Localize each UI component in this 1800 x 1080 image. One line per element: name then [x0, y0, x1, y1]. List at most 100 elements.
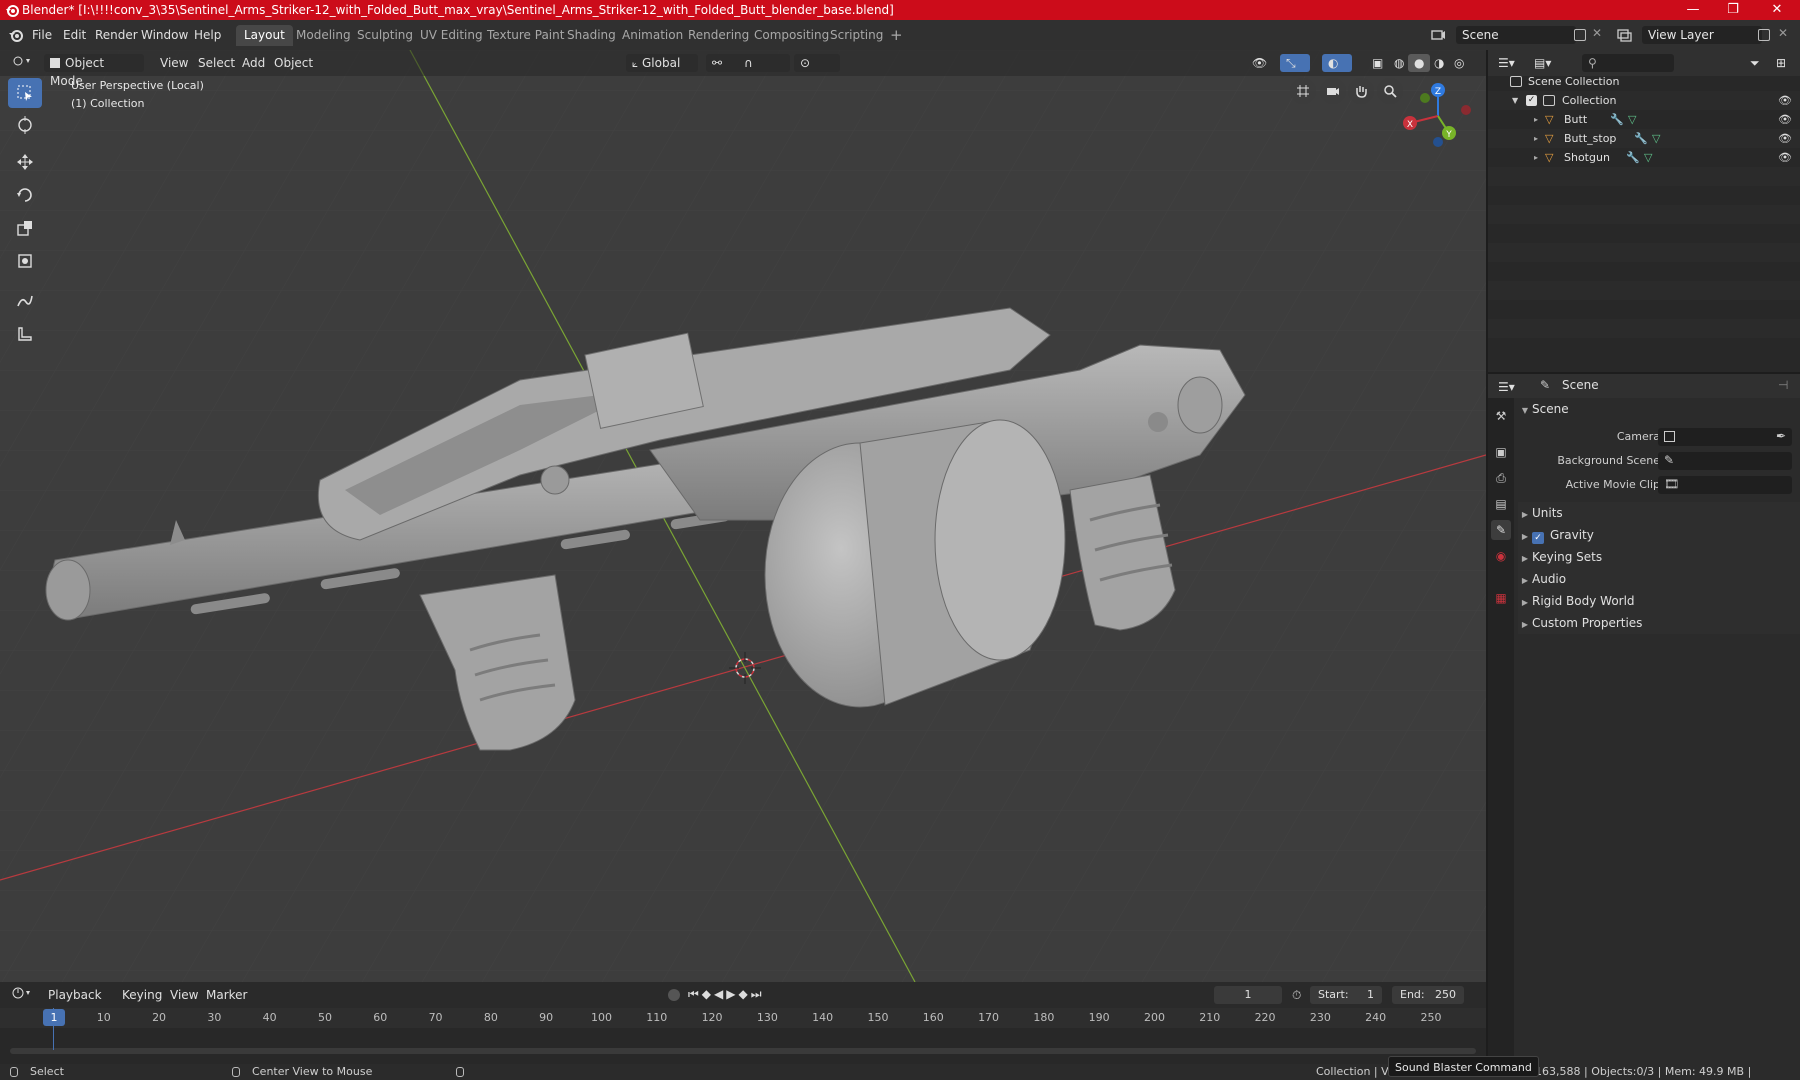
end-frame-field[interactable]: End: 250	[1392, 986, 1464, 1004]
gravity-panel-header[interactable]: ▶ ✓ Gravity	[1518, 524, 1800, 546]
mesh-data-icon[interactable]: ▽	[1628, 110, 1636, 129]
object-visibility-eye-icon[interactable]: 👁	[1778, 110, 1792, 129]
zoom-view-button[interactable]	[1377, 78, 1403, 104]
pan-view-button[interactable]	[1348, 78, 1374, 104]
outliner-row-scene-collection[interactable]: Scene Collection	[1488, 72, 1800, 91]
mesh-data-icon[interactable]: ▽	[1644, 148, 1652, 167]
tab-layout[interactable]: Layout	[236, 25, 293, 46]
timeline-editor-type-button[interactable]	[6, 986, 40, 1004]
new-scene-icon[interactable]	[1574, 29, 1586, 41]
outliner-row-object[interactable]: ▸ ▽ Shotgun 🔧 ▽ 👁	[1488, 148, 1800, 167]
tab-world-properties[interactable]: ◉	[1491, 546, 1511, 566]
new-view-layer-icon[interactable]	[1758, 29, 1770, 41]
tab-view-layer-properties[interactable]: ▤	[1491, 494, 1511, 514]
xray-toggle[interactable]: ▣	[1366, 54, 1389, 72]
expand-collection-icon[interactable]: ▼	[1512, 91, 1518, 110]
tool-cursor[interactable]	[8, 110, 42, 140]
snap-toggle[interactable]: ∩	[738, 54, 790, 72]
scene-panel-header[interactable]: ▼ Scene	[1518, 398, 1800, 420]
units-panel-header[interactable]: ▶ Units	[1518, 502, 1800, 524]
menu-render[interactable]: Render	[95, 26, 138, 44]
modifier-wrench-icon[interactable]: 🔧	[1610, 110, 1624, 129]
playback-controls[interactable]: ⏮◆◀▶◆⏭	[688, 987, 765, 1002]
viewport-menu-add[interactable]: Add	[236, 54, 271, 72]
tool-select-box[interactable]	[8, 78, 42, 108]
transform-orientation-selector[interactable]: ⟀ Global	[626, 54, 698, 72]
tab-tool-properties[interactable]: ⚒	[1491, 406, 1511, 426]
editor-type-button[interactable]	[6, 54, 40, 72]
active-movie-clip-field[interactable]: 🎞	[1658, 476, 1792, 494]
tab-scene-properties[interactable]: ✎	[1491, 520, 1511, 540]
outliner-search-input[interactable]: ⚲	[1582, 54, 1674, 72]
object-visibility-eye-icon[interactable]: 👁	[1778, 148, 1792, 167]
visibility-toggle[interactable]: 👁	[1246, 54, 1273, 72]
outliner-row-collection[interactable]: ▼ ✓ Collection 👁	[1488, 91, 1800, 110]
tool-rotate[interactable]	[8, 180, 42, 210]
mode-selector[interactable]: Object Mode	[44, 54, 144, 88]
viewport-menu-object[interactable]: Object	[268, 54, 319, 72]
gizmo-neg-z-icon[interactable]	[1433, 137, 1443, 147]
menu-help[interactable]: Help	[194, 26, 221, 44]
close-button[interactable]: ✕	[1754, 0, 1800, 20]
timeline-menu-marker[interactable]: Marker	[200, 986, 253, 1004]
tab-scripting[interactable]: Scripting	[822, 25, 891, 46]
timeline-track-area[interactable]	[0, 1028, 1486, 1064]
eyedropper-icon[interactable]: ✒	[1776, 429, 1786, 443]
tab-output-properties[interactable]: ⎙	[1491, 468, 1511, 488]
modifier-wrench-icon[interactable]: 🔧	[1634, 129, 1648, 148]
filter-button[interactable]: ⏷	[1744, 54, 1766, 72]
audio-panel-header[interactable]: ▶ Audio	[1518, 568, 1800, 590]
outliner-row-object[interactable]: ▸ ▽ Butt_stop 🔧 ▽ 👁	[1488, 129, 1800, 148]
playhead-marker[interactable]: 1	[43, 1009, 65, 1026]
properties-editor-type[interactable]: ☰▾	[1492, 378, 1521, 396]
tab-sculpting[interactable]: Sculpting	[349, 25, 421, 46]
keying-sets-panel-header[interactable]: ▶ Keying Sets	[1518, 546, 1800, 568]
timeline-menu-keying[interactable]: Keying	[116, 986, 168, 1004]
tool-transform[interactable]	[8, 246, 42, 276]
menu-window[interactable]: Window	[141, 26, 188, 44]
expand-object-icon[interactable]: ▸	[1534, 129, 1538, 148]
scene-name-field[interactable]: Scene	[1456, 26, 1576, 44]
start-frame-field[interactable]: Start: 1	[1310, 986, 1382, 1004]
record-icon[interactable]	[668, 989, 680, 1001]
delete-view-layer-icon[interactable]: ✕	[1778, 26, 1788, 40]
timeline-menu-playback[interactable]: Playback	[42, 986, 108, 1004]
scene-icon[interactable]	[1430, 28, 1446, 42]
viewport-menu-select[interactable]: Select	[192, 54, 241, 72]
add-workspace-button[interactable]: +	[882, 25, 911, 46]
new-collection-button[interactable]: ⊞	[1770, 54, 1792, 72]
outliner-row-object[interactable]: ▸ ▽ Butt 🔧 ▽ 👁	[1488, 110, 1800, 129]
proportional-edit-toggle[interactable]: ⊙	[794, 54, 840, 72]
gizmo-neg-x-icon[interactable]	[1461, 105, 1471, 115]
current-frame-field[interactable]: 1	[1214, 986, 1282, 1004]
tool-move[interactable]	[8, 147, 42, 177]
timeline-ruler[interactable]: 1102030405060708090100110120130140150160…	[0, 1008, 1486, 1028]
tool-scale[interactable]	[8, 213, 42, 243]
collection-visibility-eye-icon[interactable]: 👁	[1778, 91, 1792, 110]
view-layer-icon[interactable]	[1617, 28, 1633, 42]
3d-viewport[interactable]: Z X Y User Perspective (Local) (1) Colle…	[0, 50, 1486, 982]
viewport-menu-view[interactable]: View	[154, 54, 194, 72]
view-layer-field[interactable]: View Layer	[1642, 26, 1762, 44]
expand-object-icon[interactable]: ▸	[1534, 110, 1538, 129]
delete-scene-icon[interactable]: ✕	[1592, 26, 1602, 40]
camera-field[interactable]: ✒	[1658, 428, 1792, 446]
tool-annotate[interactable]	[8, 286, 42, 316]
tab-render-properties[interactable]: ▣	[1491, 442, 1511, 462]
mesh-data-icon[interactable]: ▽	[1652, 129, 1660, 148]
overlay-toggle[interactable]: ◐	[1322, 54, 1352, 72]
modifier-wrench-icon[interactable]: 🔧	[1626, 148, 1640, 167]
blender-menu-icon[interactable]	[8, 28, 24, 42]
toggle-ortho-button[interactable]	[1290, 78, 1316, 104]
pin-icon[interactable]: ⊣	[1778, 378, 1788, 392]
timeline-scrollbar[interactable]	[10, 1048, 1476, 1054]
shading-rendered[interactable]: ◎	[1448, 54, 1470, 72]
timer-icon[interactable]: ⏱	[1292, 988, 1301, 1003]
outliner-editor-type[interactable]: ☰▾	[1492, 54, 1521, 72]
tab-texture-properties[interactable]: ▦	[1491, 588, 1511, 608]
timeline-menu-view[interactable]: View	[164, 986, 204, 1004]
expand-object-icon[interactable]: ▸	[1534, 148, 1538, 167]
custom-properties-panel-header[interactable]: ▶ Custom Properties	[1518, 612, 1800, 634]
collection-checkbox[interactable]: ✓	[1526, 95, 1537, 106]
tab-modeling[interactable]: Modeling	[288, 25, 359, 46]
